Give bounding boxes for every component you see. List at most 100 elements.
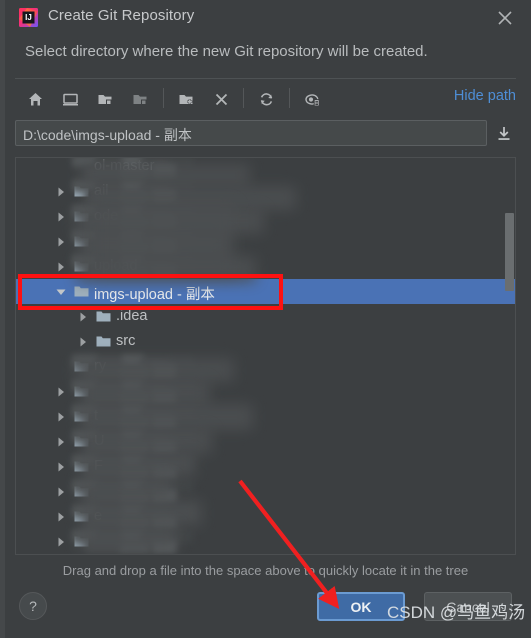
directory-tree[interactable]: ol-master ail ode upload imgs-upload - 副本 .id… <box>15 157 516 555</box>
censored-overlay <box>120 417 150 428</box>
path-input[interactable]: D:\code\imgs-upload - 副本 <box>15 120 487 146</box>
tree-row[interactable]: ail <box>16 179 515 204</box>
folder-icon <box>74 260 89 273</box>
chevron-right-icon[interactable] <box>56 512 66 522</box>
chevron-right-icon[interactable] <box>56 237 66 247</box>
tree-row[interactable]: F <box>16 454 515 479</box>
censored-overlay <box>168 481 194 493</box>
chevron-right-icon[interactable] <box>56 262 66 272</box>
home-icon[interactable] <box>22 87 48 111</box>
tree-row[interactable]: e <box>16 504 515 529</box>
censored-overlay <box>140 433 174 443</box>
censored-overlay <box>168 531 194 543</box>
tree-row-label: src <box>116 333 136 349</box>
tree-row[interactable] <box>16 229 515 254</box>
folder-icon <box>74 385 89 398</box>
censored-overlay <box>152 165 176 178</box>
dialog-title: Create Git Repository <box>48 7 195 24</box>
folder-icon <box>74 435 89 448</box>
folder-icon <box>74 410 89 423</box>
chevron-right-icon[interactable] <box>56 462 66 472</box>
censored-overlay <box>140 408 174 418</box>
toolbar-separator-1 <box>163 88 164 108</box>
tree-row-label: .idea <box>116 308 148 324</box>
censored-overlay <box>168 158 194 168</box>
censored-overlay <box>168 406 194 418</box>
close-icon[interactable] <box>493 6 517 30</box>
censored-overlay <box>122 380 144 393</box>
censored-overlay <box>140 533 174 543</box>
censored-overlay <box>152 515 176 528</box>
censored-overlay <box>168 356 194 368</box>
path-input-value: D:\code\imgs-upload - 副本 <box>23 127 192 143</box>
tree-row[interactable]: ode <box>16 204 515 229</box>
delete-icon[interactable] <box>208 87 234 111</box>
tree-row[interactable] <box>16 479 515 504</box>
new-folder-icon[interactable] <box>173 87 199 111</box>
folder-icon <box>74 485 89 498</box>
chevron-right-icon[interactable] <box>78 337 88 347</box>
cancel-button[interactable]: Cancel <box>424 592 512 621</box>
vertical-scrollbar[interactable] <box>504 158 515 554</box>
censored-overlay <box>168 181 194 193</box>
censored-overlay <box>140 383 174 393</box>
chevron-right-icon[interactable] <box>56 387 66 397</box>
censored-overlay <box>86 491 124 503</box>
chevron-right-icon[interactable] <box>56 212 66 222</box>
folder-icon <box>96 335 111 348</box>
censored-overlay <box>122 405 144 418</box>
censored-overlay <box>122 180 144 193</box>
censored-overlay <box>168 431 194 443</box>
censored-overlay <box>120 367 150 378</box>
censored-overlay <box>86 391 124 403</box>
censored-overlay <box>140 483 174 493</box>
tree-row-label: ry <box>94 358 107 374</box>
project-folder-icon[interactable] <box>92 87 118 111</box>
chevron-right-icon[interactable] <box>78 312 88 322</box>
refresh-icon[interactable] <box>253 87 279 111</box>
module-folder-icon[interactable] <box>127 87 153 111</box>
hide-path-link[interactable]: Hide path <box>454 88 516 104</box>
censored-overlay <box>152 490 176 503</box>
chevron-right-icon[interactable] <box>56 412 66 422</box>
tree-row[interactable] <box>16 379 515 404</box>
censored-overlay <box>96 482 126 493</box>
tree-row-label: ode <box>94 208 119 224</box>
censored-overlay <box>96 382 126 393</box>
censored-overlay <box>140 208 174 218</box>
censored-overlay <box>122 505 144 518</box>
censored-overlay <box>122 455 144 468</box>
tree-row[interactable]: .idea <box>16 304 515 329</box>
desktop-icon[interactable] <box>57 87 83 111</box>
censored-overlay <box>122 480 144 493</box>
chevron-right-icon[interactable] <box>56 537 66 547</box>
censored-overlay <box>140 183 174 193</box>
folder-icon <box>74 510 89 523</box>
tree-row[interactable]: upload <box>16 254 515 279</box>
tree-row[interactable]: U <box>16 429 515 454</box>
scrollbar-thumb[interactable] <box>505 213 514 291</box>
show-hidden-files-icon[interactable] <box>299 87 325 111</box>
censored-overlay <box>152 215 176 228</box>
help-button[interactable]: ? <box>19 592 47 620</box>
tree-row[interactable]: src <box>16 329 515 354</box>
tree-row-label: t <box>94 408 99 424</box>
censored-overlay <box>152 440 176 453</box>
ok-button[interactable]: OK <box>317 592 405 621</box>
tree-row-label: ol-master <box>94 158 155 174</box>
censored-overlay <box>122 530 144 543</box>
chevron-right-icon[interactable] <box>56 437 66 447</box>
chevron-right-icon[interactable] <box>56 187 66 197</box>
chevron-right-icon[interactable] <box>56 487 66 497</box>
tree-row[interactable]: ry <box>16 354 515 379</box>
tree-row[interactable]: t <box>16 404 515 429</box>
tree-row[interactable]: ol-master <box>16 158 515 179</box>
censored-overlay <box>140 458 174 468</box>
tree-row[interactable] <box>16 529 515 554</box>
chevron-down-icon[interactable] <box>56 287 66 297</box>
download-icon[interactable] <box>492 122 516 146</box>
header-divider <box>15 78 516 79</box>
censored-overlay <box>86 466 124 478</box>
tree-row[interactable]: imgs-upload - 副本 <box>16 279 515 304</box>
toolbar-separator-3 <box>289 88 290 108</box>
